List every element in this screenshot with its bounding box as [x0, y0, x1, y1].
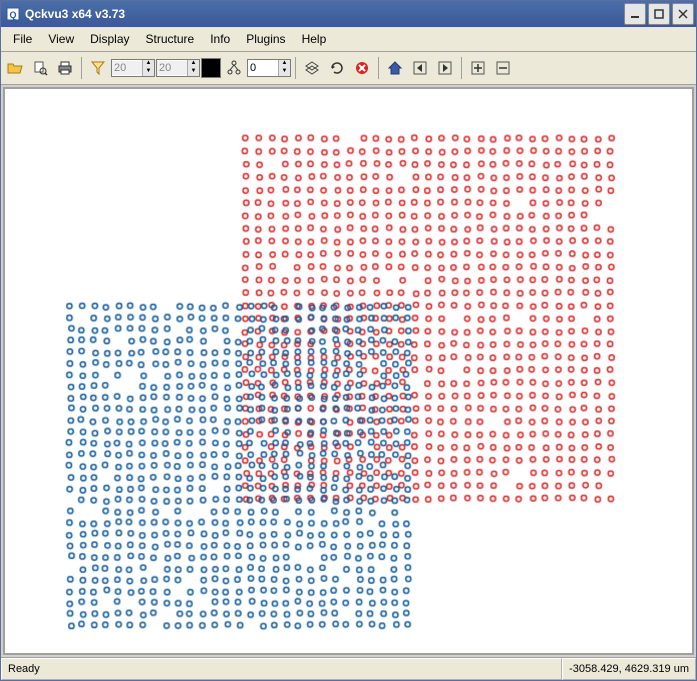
toolbar-separator — [378, 57, 379, 79]
spin-up-icon[interactable]: ▲ — [278, 60, 290, 68]
open-file-button[interactable] — [3, 56, 27, 80]
color-swatch[interactable] — [201, 58, 221, 78]
zoom-in-button[interactable] — [466, 56, 490, 80]
nav-left-button[interactable] — [408, 56, 432, 80]
spinbox-2[interactable]: ▲▼ — [156, 59, 200, 77]
print-button[interactable] — [53, 56, 77, 80]
menu-file[interactable]: File — [5, 29, 40, 49]
minus-box-icon — [495, 60, 511, 76]
spin-up-icon[interactable]: ▲ — [142, 60, 154, 68]
minimize-button[interactable] — [624, 3, 646, 25]
nav-right-button[interactable] — [433, 56, 457, 80]
svg-text:Q: Q — [9, 10, 16, 20]
maximize-button[interactable] — [648, 3, 670, 25]
spinbox-3-input[interactable] — [248, 61, 278, 75]
plus-box-icon — [470, 60, 486, 76]
spin-down-icon[interactable]: ▼ — [278, 68, 290, 76]
spinbox-1-input[interactable] — [112, 61, 142, 75]
spinbox-3[interactable]: ▲▼ — [247, 59, 291, 77]
toolbar: ▲▼ ▲▼ ▲▼ — [1, 52, 696, 85]
status-coords: -3058.429, 4629.319 um — [562, 658, 696, 680]
window-title: Qckvu3 x64 v3.73 — [25, 7, 624, 21]
menu-structure[interactable]: Structure — [138, 29, 203, 49]
funnel-icon — [90, 60, 106, 76]
spin-up-icon[interactable]: ▲ — [187, 60, 199, 68]
menu-display[interactable]: Display — [82, 29, 137, 49]
home-button[interactable] — [383, 56, 407, 80]
print-preview-button[interactable] — [28, 56, 52, 80]
toolbar-separator — [295, 57, 296, 79]
close-button[interactable] — [672, 3, 694, 25]
zoom-out-button[interactable] — [491, 56, 515, 80]
page-magnify-icon — [32, 60, 48, 76]
spin-down-icon[interactable]: ▼ — [142, 68, 154, 76]
layout-canvas — [5, 89, 692, 653]
title-bar: Q Qckvu3 x64 v3.73 — [1, 1, 696, 27]
status-left: Ready — [1, 658, 562, 680]
refresh-button[interactable] — [325, 56, 349, 80]
status-bar: Ready -3058.429, 4629.319 um — [1, 657, 696, 680]
toolbar-separator — [81, 57, 82, 79]
arrow-left-icon — [412, 60, 428, 76]
viewport[interactable] — [3, 87, 694, 655]
menu-info[interactable]: Info — [202, 29, 238, 49]
stop-icon — [354, 60, 370, 76]
spinbox-1[interactable]: ▲▼ — [111, 59, 155, 77]
folder-open-icon — [7, 60, 23, 76]
app-icon: Q — [5, 6, 21, 22]
refresh-icon — [329, 60, 345, 76]
spinbox-2-input[interactable] — [157, 61, 187, 75]
filter-button[interactable] — [86, 56, 110, 80]
hierarchy-button[interactable] — [222, 56, 246, 80]
tree-icon — [226, 60, 242, 76]
menu-bar: File View Display Structure Info Plugins… — [1, 27, 696, 52]
arrow-right-icon — [437, 60, 453, 76]
menu-plugins[interactable]: Plugins — [238, 29, 293, 49]
spin-down-icon[interactable]: ▼ — [187, 68, 199, 76]
toolbar-separator — [461, 57, 462, 79]
menu-view[interactable]: View — [40, 29, 82, 49]
home-icon — [387, 60, 403, 76]
printer-icon — [57, 60, 73, 76]
stop-button[interactable] — [350, 56, 374, 80]
application-window: Q Qckvu3 x64 v3.73 File View Display Str… — [0, 0, 697, 681]
layers-icon — [304, 60, 320, 76]
layers-button[interactable] — [300, 56, 324, 80]
menu-help[interactable]: Help — [294, 29, 335, 49]
